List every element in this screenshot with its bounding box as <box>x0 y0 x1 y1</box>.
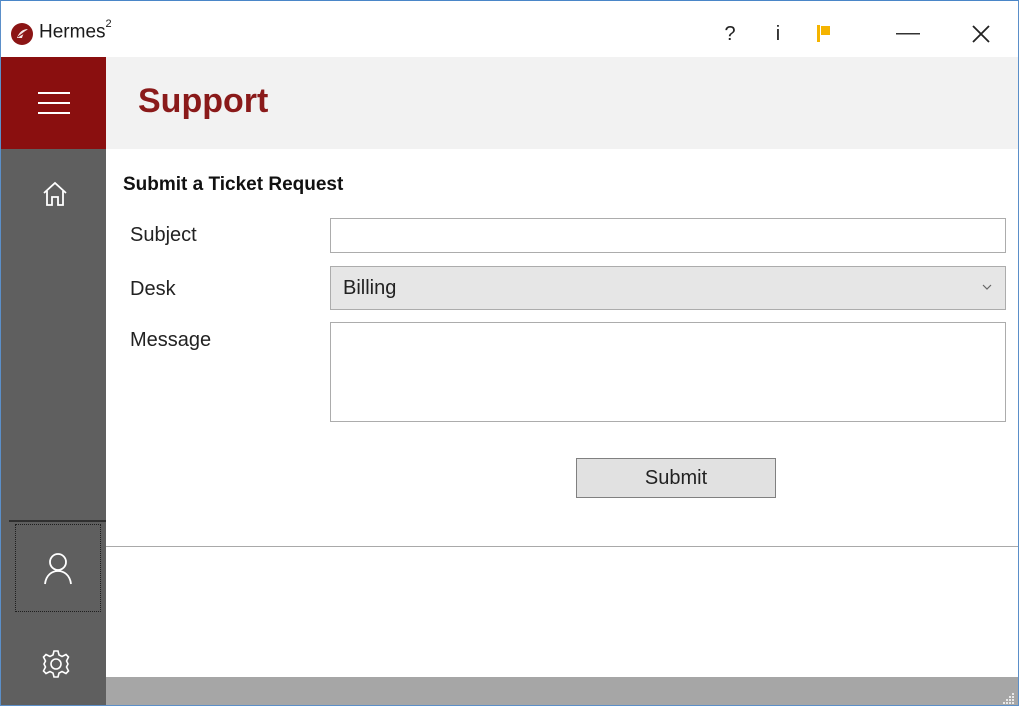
page-title: Support <box>138 82 269 120</box>
title-bar[interactable]: Hermes2 ? i <box>1 1 1018 57</box>
desk-select[interactable]: Billing <box>330 266 1006 310</box>
sidebar <box>1 57 106 705</box>
message-textarea[interactable] <box>330 322 1006 422</box>
menu-button[interactable] <box>1 57 106 149</box>
flag-icon <box>817 25 830 42</box>
subject-input[interactable] <box>330 218 1006 253</box>
help-button[interactable]: ? <box>715 15 745 53</box>
minimize-icon <box>896 33 920 35</box>
window-title-text: Hermes <box>39 21 106 43</box>
nav-home-button[interactable] <box>39 179 71 209</box>
message-label: Message <box>130 329 212 351</box>
window-title-superscript: 2 <box>105 18 112 30</box>
window-title: Hermes2 <box>39 18 112 43</box>
submit-button-label: Submit <box>644 466 708 489</box>
help-icon: ? <box>724 22 736 45</box>
status-bar <box>106 677 1018 705</box>
hermes-logo-icon <box>11 23 33 45</box>
user-icon <box>44 553 72 585</box>
section-title: Submit a Ticket Request <box>123 174 344 195</box>
nav-settings-button[interactable] <box>39 647 73 681</box>
lower-panel <box>106 547 1018 677</box>
gear-icon <box>42 650 70 678</box>
sidebar-divider <box>9 520 106 522</box>
close-icon <box>972 25 990 43</box>
ticket-form: Submit a Ticket Request Subject Desk Bil… <box>106 149 1018 545</box>
app-window: Hermes2 ? i Support Submit a Ticket Requ… <box>0 0 1019 706</box>
flag-button[interactable] <box>807 15 841 53</box>
minimize-button[interactable] <box>881 15 935 53</box>
nav-user-button[interactable] <box>15 524 101 612</box>
info-icon: i <box>775 22 781 45</box>
resize-grip-icon[interactable] <box>1003 692 1015 704</box>
hamburger-icon <box>37 92 70 114</box>
info-button[interactable]: i <box>763 15 793 53</box>
desk-selected-value: Billing <box>343 276 397 299</box>
subject-label: Subject <box>130 224 197 246</box>
page-header: Support <box>106 57 1018 149</box>
close-button[interactable] <box>951 15 1011 53</box>
submit-button[interactable]: Submit <box>576 458 776 498</box>
chevron-down-icon <box>982 284 992 290</box>
home-icon <box>43 181 67 206</box>
desk-label: Desk <box>130 278 176 300</box>
